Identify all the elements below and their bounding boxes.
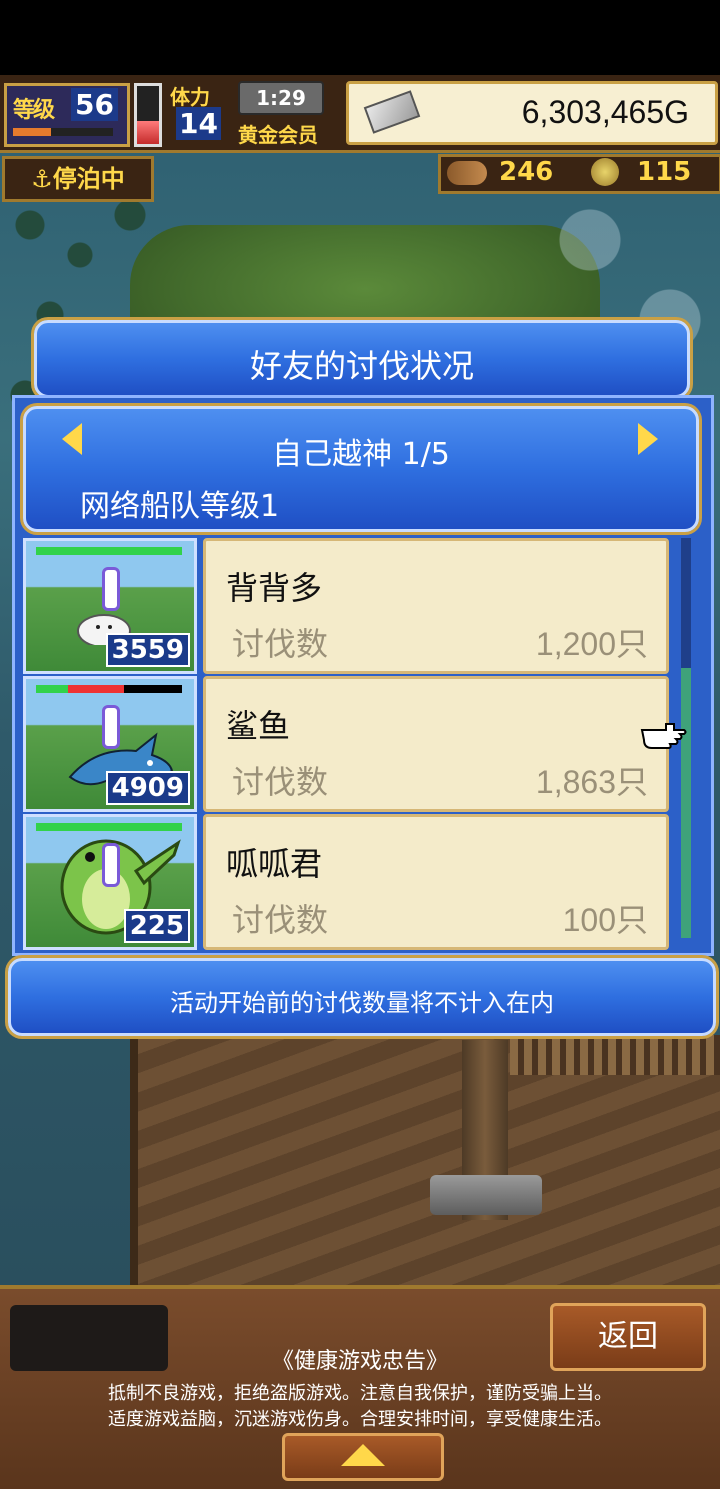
kill-count-label: 讨伐数 — [232, 625, 329, 663]
silver-bar-icon — [363, 90, 421, 134]
scrollbar-thumb[interactable] — [681, 668, 691, 938]
health-advisory-line2: 适度游戏益脑，沉迷游戏伤身。合理安排时间，享受健康生活。 — [108, 1409, 612, 1430]
kill-count-label: 讨伐数 — [232, 763, 329, 801]
bottom-bar: 返回 《健康游戏忠告》 抵制不良游戏，拒绝盗版游戏。注意自我保护，谨防受骗上当。… — [0, 1285, 720, 1489]
friend-hunt-card[interactable]: 鲨鱼讨伐数 1,863只 — [203, 676, 669, 812]
exclamation-icon — [102, 567, 120, 611]
ship-rail — [510, 1035, 720, 1075]
coin-icon — [591, 158, 619, 186]
friend-hunt-card[interactable]: 呱呱君讨伐数 100只 — [203, 814, 669, 950]
monster-hp-bar — [36, 547, 182, 555]
kill-count-value: 1,863只 — [535, 764, 648, 800]
boss-header: 自己越神 1/5 网络船队等级1 — [23, 406, 699, 532]
money-value: 6,303,465G — [521, 94, 689, 130]
fleet-level: 网络船队等级1 — [80, 489, 280, 524]
stamina-gauge-fill — [137, 120, 159, 144]
exp-bar — [13, 128, 113, 136]
hp-bar-green — [36, 685, 69, 693]
money-display: 6,303,465G — [346, 81, 718, 145]
kill-count-value: 1,200只 — [535, 626, 648, 662]
anchor-status-label: 停泊中 — [52, 165, 125, 193]
notice-banner: 活动开始前的讨伐数量将不计入在内 — [8, 958, 716, 1036]
stamina-label: 体力 — [170, 85, 210, 109]
monster-level: 4909 — [105, 771, 190, 805]
level-box: 等级 56 — [4, 83, 130, 147]
monster-thumbnail[interactable]: 225 — [23, 814, 197, 950]
monster-level: 3559 — [105, 633, 190, 667]
monster-level: 225 — [123, 909, 190, 943]
mast-base — [430, 1175, 542, 1215]
up-arrow-icon — [341, 1444, 385, 1466]
level-value: 56 — [71, 88, 118, 121]
friend-hunt-card[interactable]: 背背多讨伐数 1,200只 — [203, 538, 669, 674]
exclamation-icon — [102, 705, 120, 749]
monster-name: 鲨鱼 — [226, 707, 291, 745]
membership-badge[interactable]: 黄金会员 — [238, 119, 318, 148]
wood-icon — [447, 161, 487, 185]
stamina-value: 14 — [176, 107, 221, 140]
top-hud: 等级 56 体力 14 1:29 黄金会员 6,303,465G — [0, 75, 720, 153]
kill-count-value: 100只 — [562, 902, 648, 938]
stamina-timer: 1:29 — [238, 81, 324, 115]
exclamation-icon — [102, 843, 120, 887]
expand-button[interactable] — [282, 1433, 444, 1481]
exp-bar-fill — [13, 128, 51, 136]
monster-name: 呱呱君 — [226, 845, 323, 883]
hp-bar-green — [36, 547, 182, 555]
dialog-title-bar: 好友的讨伐状况 — [34, 320, 690, 398]
hp-bar-red — [68, 685, 124, 693]
notice-text: 活动开始前的讨伐数量将不计入在内 — [170, 989, 554, 1017]
level-label: 等级 — [13, 98, 55, 123]
stamina-gauge — [134, 83, 162, 147]
kill-count-label: 讨伐数 — [232, 901, 329, 939]
coin-value: 115 — [637, 157, 692, 187]
health-advisory-title: 《健康游戏忠告》 — [271, 1349, 448, 1374]
monster-thumbnail[interactable]: 4909 — [23, 676, 197, 812]
wood-value: 246 — [499, 157, 554, 187]
hunt-status-dialog: 自己越神 1/5 网络船队等级1 3559 背背多 讨伐数 1,200只 4909 鲨鱼讨… — [12, 395, 714, 956]
monster-name: 背背多 — [226, 569, 323, 607]
anchor-status: ⚓停泊中 — [2, 156, 154, 202]
monster-hp-bar — [36, 685, 182, 693]
boss-title: 自己越神 1/5 — [272, 437, 450, 472]
health-advisory-line1: 抵制不良游戏，拒绝盗版游戏。注意自我保护，谨防受骗上当。 — [108, 1383, 612, 1404]
monster-thumbnail[interactable]: 3559 — [23, 538, 197, 674]
resource-bar: 246 115 — [438, 154, 720, 194]
hand-pointer-icon — [640, 723, 687, 749]
dialog-title: 好友的讨伐状况 — [249, 347, 474, 385]
